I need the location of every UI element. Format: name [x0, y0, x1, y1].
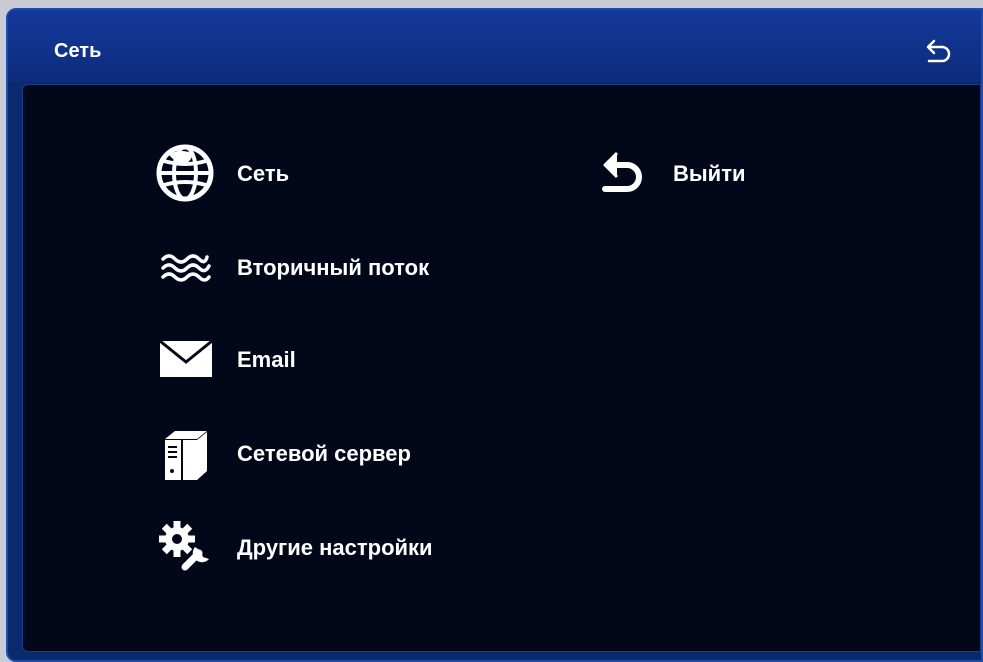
back-button[interactable] [923, 38, 953, 64]
waves-icon [161, 254, 211, 282]
menu-item-exit[interactable]: Выйти [591, 143, 841, 203]
back-arrow-icon [602, 151, 642, 192]
menu-item-label: Сетевой сервер [237, 441, 411, 466]
menu-item-label: Выйти [673, 161, 746, 186]
network-window: Сеть Сеть Вторичный поток Email Сетевой … [6, 8, 983, 662]
menu-panel: Сеть Вторичный поток Email Сетевой серве… [22, 84, 981, 652]
title-bar: Сеть [8, 10, 981, 82]
menu-item-other-settings[interactable]: Другие настройки [155, 517, 495, 577]
envelope-icon [159, 339, 213, 377]
menu-item-label: Другие настройки [237, 535, 433, 560]
server-icon [165, 431, 207, 480]
window-title: Сеть [54, 40, 102, 62]
menu-item-network-server[interactable]: Сетевой сервер [155, 423, 475, 483]
menu-item-label: Сеть [237, 161, 290, 186]
menu-item-label: Вторичный поток [237, 255, 430, 280]
menu-item-email[interactable]: Email [155, 329, 455, 389]
globe-icon [156, 144, 214, 202]
menu-item-substream[interactable]: Вторичный поток [155, 237, 475, 297]
menu-item-label: Email [237, 347, 296, 372]
gear-wrench-icon [159, 521, 209, 571]
back-arrow-icon [926, 39, 951, 63]
menu-item-network[interactable]: Сеть [155, 143, 455, 203]
